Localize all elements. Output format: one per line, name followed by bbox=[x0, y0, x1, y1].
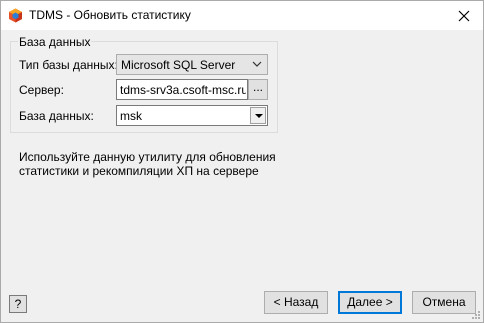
dialog-window: TDMS - Обновить статистику База данных Т… bbox=[0, 0, 484, 323]
cancel-button[interactable]: Отмена bbox=[412, 291, 476, 314]
chevron-down-icon bbox=[255, 114, 263, 118]
title-bar: TDMS - Обновить статистику bbox=[1, 1, 483, 30]
server-field[interactable] bbox=[116, 79, 248, 100]
db-type-value: Microsoft SQL Server bbox=[121, 58, 236, 72]
description-text: Используйте данную утилиту для обновлени… bbox=[19, 150, 276, 178]
database-dropdown-button[interactable] bbox=[250, 107, 266, 124]
next-button[interactable]: Далее > bbox=[338, 291, 402, 314]
back-button[interactable]: < Назад bbox=[264, 291, 328, 314]
close-icon bbox=[458, 10, 470, 21]
database-input[interactable] bbox=[120, 109, 246, 123]
help-button[interactable]: ? bbox=[9, 295, 27, 313]
tdms-app-icon bbox=[9, 8, 22, 23]
database-combobox[interactable] bbox=[116, 105, 268, 126]
window-title: TDMS - Обновить статистику bbox=[29, 8, 191, 22]
resize-grip-icon[interactable] bbox=[471, 310, 481, 320]
server-label: Сервер: bbox=[19, 83, 64, 97]
db-type-select[interactable]: Microsoft SQL Server bbox=[116, 54, 268, 75]
server-input[interactable] bbox=[120, 83, 246, 97]
groupbox-legend: База данных bbox=[18, 35, 92, 49]
close-button[interactable] bbox=[445, 1, 483, 30]
server-browse-button[interactable]: ... bbox=[248, 79, 268, 100]
db-type-label: Тип базы данных: bbox=[19, 58, 118, 72]
chevron-down-icon bbox=[252, 61, 262, 67]
database-label: База данных: bbox=[19, 109, 94, 123]
